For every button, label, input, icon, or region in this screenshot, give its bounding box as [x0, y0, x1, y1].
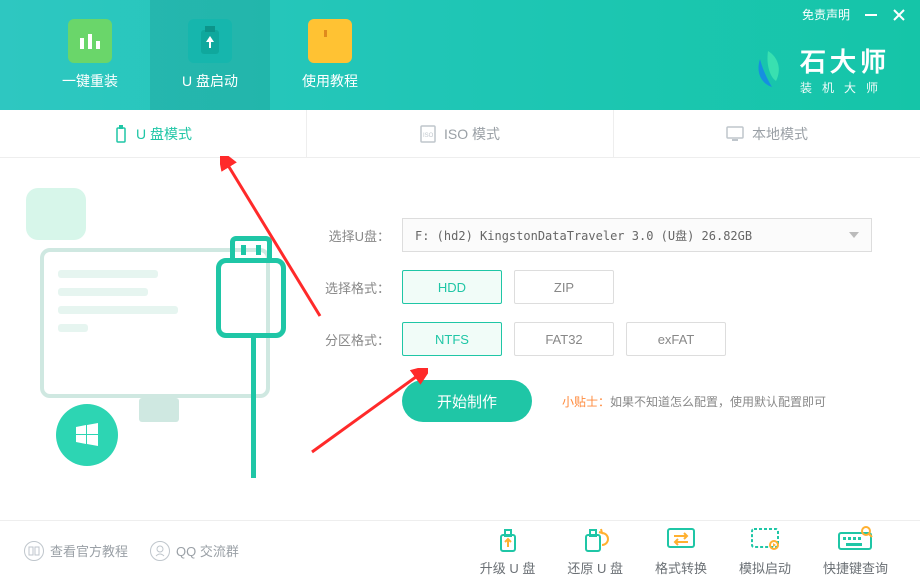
mode-label: ISO 模式: [444, 124, 500, 144]
format-opt-hdd[interactable]: HDD: [402, 270, 502, 304]
format-convert-icon: [662, 524, 700, 554]
iso-icon: ISO: [420, 125, 436, 143]
tip-label: 小贴士：: [562, 395, 610, 409]
usb-icon: [114, 125, 128, 143]
link-label: QQ 交流群: [176, 541, 239, 560]
mode-local[interactable]: 本地模式: [614, 110, 920, 157]
udisk-value: F: (hd2) KingstonDataTraveler 3.0 (U盘) 2…: [415, 227, 752, 244]
action-shortcut-query[interactable]: 快捷键查询: [823, 524, 888, 577]
partition-opt-fat32[interactable]: FAT32: [514, 322, 614, 356]
minimize-button[interactable]: [864, 8, 878, 22]
udisk-label: 选择U盘：: [320, 226, 390, 245]
partition-label: 分区格式：: [320, 330, 390, 349]
partition-opt-exfat[interactable]: exFAT: [626, 322, 726, 356]
action-label: 升级 U 盘: [480, 558, 536, 577]
mode-label: U 盘模式: [136, 124, 192, 144]
tab-reinstall[interactable]: 一键重装: [30, 0, 150, 110]
reinstall-icon: [68, 19, 112, 63]
mode-tabs: U 盘模式 ISO ISO 模式 本地模式: [0, 110, 920, 158]
windows-badge-icon: [56, 404, 118, 466]
official-tutorial-link[interactable]: 查看官方教程: [24, 541, 128, 561]
header-right: 免责声明: [802, 6, 906, 23]
action-label: 格式转换: [655, 558, 707, 577]
action-label: 快捷键查询: [823, 558, 888, 577]
format-opt-zip[interactable]: ZIP: [514, 270, 614, 304]
mode-iso[interactable]: ISO ISO 模式: [307, 110, 614, 157]
simulate-boot-icon: [746, 524, 784, 554]
upgrade-usb-icon: [489, 524, 527, 554]
close-button[interactable]: [892, 8, 906, 22]
header-tabs: 一键重装 U 盘启动 使用教程: [0, 0, 390, 110]
tab-tutorial[interactable]: 使用教程: [270, 0, 390, 110]
tab-usb-boot[interactable]: U 盘启动: [150, 0, 270, 110]
tutorial-icon: [308, 19, 352, 63]
action-label: 模拟启动: [739, 558, 791, 577]
tip-text: 小贴士：如果不知道怎么配置，使用默认配置即可: [562, 393, 826, 410]
usb-boot-icon: [188, 19, 232, 63]
config-form: 选择U盘： F: (hd2) KingstonDataTraveler 3.0 …: [300, 158, 920, 520]
action-restore-usb[interactable]: 还原 U 盘: [567, 524, 623, 577]
monitor-icon: [726, 126, 744, 142]
keyboard-icon: [836, 524, 874, 554]
main-content: 选择U盘： F: (hd2) KingstonDataTraveler 3.0 …: [0, 158, 920, 520]
illustration: [0, 158, 300, 520]
tab-label: U 盘启动: [182, 71, 238, 91]
brand: 石大师 装机大师: [746, 42, 890, 96]
partition-opt-ntfs[interactable]: NTFS: [402, 322, 502, 356]
header: 一键重装 U 盘启动 使用教程 免责声明 石大师 装机大师: [0, 0, 920, 110]
restore-usb-icon: [576, 524, 614, 554]
qq-group-link[interactable]: QQ 交流群: [150, 541, 239, 561]
format-label: 选择格式：: [320, 278, 390, 297]
action-simulate-boot[interactable]: 模拟启动: [739, 524, 791, 577]
udisk-select[interactable]: F: (hd2) KingstonDataTraveler 3.0 (U盘) 2…: [402, 218, 872, 252]
action-format-convert[interactable]: 格式转换: [655, 524, 707, 577]
qq-icon: [150, 541, 170, 561]
disclaimer-link[interactable]: 免责声明: [802, 6, 850, 23]
brand-subtitle: 装机大师: [800, 79, 890, 96]
tab-label: 一键重装: [62, 71, 118, 91]
mode-label: 本地模式: [752, 124, 808, 144]
action-upgrade-usb[interactable]: 升级 U 盘: [480, 524, 536, 577]
book-icon: [24, 541, 44, 561]
bottom-actions: 升级 U 盘 还原 U 盘 格式转换 模拟启动 快捷键查询: [480, 524, 888, 577]
mode-usb[interactable]: U 盘模式: [0, 110, 307, 157]
bottom-bar: 查看官方教程 QQ 交流群 升级 U 盘 还原 U 盘 格式转换 模拟启动 快捷…: [0, 520, 920, 580]
link-label: 查看官方教程: [50, 541, 128, 560]
brand-logo-icon: [746, 47, 790, 91]
start-make-button[interactable]: 开始制作: [402, 380, 532, 422]
chevron-down-icon: [849, 232, 859, 238]
tab-label: 使用教程: [302, 71, 358, 91]
brand-title: 石大师: [800, 42, 890, 79]
svg-text:ISO: ISO: [423, 133, 434, 139]
action-label: 还原 U 盘: [567, 558, 623, 577]
